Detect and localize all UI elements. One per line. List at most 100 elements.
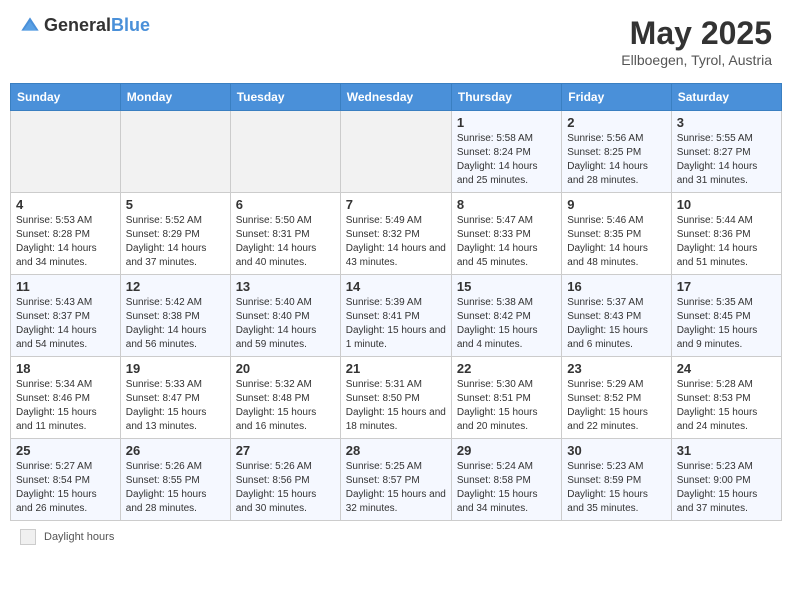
calendar-cell: 24 Sunrise: 5:28 AM Sunset: 8:53 PM Dayli… (671, 357, 781, 439)
day-number: 12 (126, 279, 225, 294)
day-number: 11 (16, 279, 115, 294)
calendar-week-row: 25Sunrise: 5:27 AM Sunset: 8:54 PM Dayli… (11, 439, 782, 521)
calendar-cell: 10 Sunrise: 5:44 AM Sunset: 8:36 PM Dayli… (671, 193, 781, 275)
day-number: 17 (677, 279, 776, 294)
day-detail: Sunrise: 5:53 AM Sunset: 8:28 PM Dayligh… (16, 214, 115, 270)
day-number: 14 (346, 279, 446, 294)
day-number: 2 (567, 115, 665, 130)
calendar-header-row: SundayMondayTuesdayWednesdayThursdayFrid… (11, 84, 782, 111)
calendar-cell: 2 Sunrise: 5:56 AM Sunset: 8:25 PM Daylig… (562, 111, 671, 193)
day-number: 18 (16, 361, 115, 376)
calendar-header-thursday: Thursday (451, 84, 561, 111)
calendar-cell: 13Sunrise: 5:40 AM Sunset: 8:40 PM Dayli… (230, 275, 340, 357)
day-number: 8 (457, 197, 556, 212)
day-detail: Sunrise: 5:26 AM Sunset: 8:55 PM Dayligh… (126, 460, 225, 516)
day-number: 28 (346, 443, 446, 458)
calendar-header-saturday: Saturday (671, 84, 781, 111)
day-number: 9 (567, 197, 665, 212)
day-detail: Sunrise: 5:28 AM Sunset: 8:53 PM Dayligh… (677, 378, 776, 434)
day-detail: Sunrise: 5:25 AM Sunset: 8:57 PM Dayligh… (346, 460, 446, 516)
day-detail: Sunrise: 5:42 AM Sunset: 8:38 PM Dayligh… (126, 296, 225, 352)
day-detail: Sunrise: 5:30 AM Sunset: 8:51 PM Dayligh… (457, 378, 556, 434)
day-detail: Sunrise: 5:44 AM Sunset: 8:36 PM Dayligh… (677, 214, 776, 270)
day-detail: Sunrise: 5:34 AM Sunset: 8:46 PM Dayligh… (16, 378, 115, 434)
calendar-cell: 3Sunrise: 5:55 AM Sunset: 8:27 PM Daylig… (671, 111, 781, 193)
calendar-cell: 4 Sunrise: 5:53 AM Sunset: 8:28 PM Daylig… (11, 193, 121, 275)
calendar-header-tuesday: Tuesday (230, 84, 340, 111)
day-detail: Sunrise: 5:52 AM Sunset: 8:29 PM Dayligh… (126, 214, 225, 270)
logo: GeneralBlue (20, 15, 150, 36)
day-number: 29 (457, 443, 556, 458)
calendar-week-row: 1Sunrise: 5:58 AM Sunset: 8:24 PM Daylig… (11, 111, 782, 193)
calendar-cell: 5 Sunrise: 5:52 AM Sunset: 8:29 PM Daylig… (120, 193, 230, 275)
calendar-header-friday: Friday (562, 84, 671, 111)
day-number: 5 (126, 197, 225, 212)
day-number: 24 (677, 361, 776, 376)
day-number: 4 (16, 197, 115, 212)
day-number: 16 (567, 279, 665, 294)
calendar-cell: 30 Sunrise: 5:23 AM Sunset: 8:59 PM Dayli… (562, 439, 671, 521)
title-area: May 2025 Ellboegen, Tyrol, Austria (621, 15, 772, 68)
day-detail: Sunrise: 5:49 AM Sunset: 8:32 PM Dayligh… (346, 214, 446, 270)
day-number: 10 (677, 197, 776, 212)
calendar-cell: 29 Sunrise: 5:24 AM Sunset: 8:58 PM Dayli… (451, 439, 561, 521)
calendar-cell: 15Sunrise: 5:38 AM Sunset: 8:42 PM Dayli… (451, 275, 561, 357)
header: GeneralBlue May 2025 Ellboegen, Tyrol, A… (10, 10, 782, 73)
calendar-cell: 11 Sunrise: 5:43 AM Sunset: 8:37 PM Dayli… (11, 275, 121, 357)
day-number: 25 (16, 443, 115, 458)
calendar-cell: 19 Sunrise: 5:33 AM Sunset: 8:47 PM Dayli… (120, 357, 230, 439)
calendar-header-monday: Monday (120, 84, 230, 111)
day-detail: Sunrise: 5:40 AM Sunset: 8:40 PM Dayligh… (236, 296, 335, 352)
day-detail: Sunrise: 5:50 AM Sunset: 8:31 PM Dayligh… (236, 214, 335, 270)
day-detail: Sunrise: 5:24 AM Sunset: 8:58 PM Dayligh… (457, 460, 556, 516)
calendar-cell: 17Sunrise: 5:35 AM Sunset: 8:45 PM Dayli… (671, 275, 781, 357)
calendar-week-row: 11 Sunrise: 5:43 AM Sunset: 8:37 PM Dayli… (11, 275, 782, 357)
calendar-cell: 20 Sunrise: 5:32 AM Sunset: 8:48 PM Dayli… (230, 357, 340, 439)
calendar-cell: 12 Sunrise: 5:42 AM Sunset: 8:38 PM Dayli… (120, 275, 230, 357)
day-detail: Sunrise: 5:43 AM Sunset: 8:37 PM Dayligh… (16, 296, 115, 352)
day-number: 22 (457, 361, 556, 376)
calendar-cell: 22 Sunrise: 5:30 AM Sunset: 8:51 PM Dayli… (451, 357, 561, 439)
day-number: 1 (457, 115, 556, 130)
day-detail: Sunrise: 5:37 AM Sunset: 8:43 PM Dayligh… (567, 296, 665, 352)
calendar-cell: 25Sunrise: 5:27 AM Sunset: 8:54 PM Dayli… (11, 439, 121, 521)
day-number: 20 (236, 361, 335, 376)
day-detail: Sunrise: 5:31 AM Sunset: 8:50 PM Dayligh… (346, 378, 446, 434)
day-detail: Sunrise: 5:33 AM Sunset: 8:47 PM Dayligh… (126, 378, 225, 434)
day-detail: Sunrise: 5:29 AM Sunset: 8:52 PM Dayligh… (567, 378, 665, 434)
calendar-cell (230, 111, 340, 193)
calendar-week-row: 18 Sunrise: 5:34 AM Sunset: 8:46 PM Dayli… (11, 357, 782, 439)
calendar-cell: 7 Sunrise: 5:49 AM Sunset: 8:32 PM Daylig… (340, 193, 451, 275)
day-number: 31 (677, 443, 776, 458)
calendar-cell: 8 Sunrise: 5:47 AM Sunset: 8:33 PM Daylig… (451, 193, 561, 275)
day-number: 7 (346, 197, 446, 212)
day-detail: Sunrise: 5:47 AM Sunset: 8:33 PM Dayligh… (457, 214, 556, 270)
day-number: 23 (567, 361, 665, 376)
day-detail: Sunrise: 5:56 AM Sunset: 8:25 PM Dayligh… (567, 132, 665, 188)
day-detail: Sunrise: 5:23 AM Sunset: 9:00 PM Dayligh… (677, 460, 776, 516)
legend-box (20, 529, 36, 545)
day-detail: Sunrise: 5:46 AM Sunset: 8:35 PM Dayligh… (567, 214, 665, 270)
day-number: 27 (236, 443, 335, 458)
day-detail: Sunrise: 5:39 AM Sunset: 8:41 PM Dayligh… (346, 296, 446, 352)
calendar-week-row: 4 Sunrise: 5:53 AM Sunset: 8:28 PM Daylig… (11, 193, 782, 275)
calendar-body: 1Sunrise: 5:58 AM Sunset: 8:24 PM Daylig… (11, 111, 782, 521)
calendar-cell: 14 Sunrise: 5:39 AM Sunset: 8:41 PM Dayli… (340, 275, 451, 357)
calendar-cell (340, 111, 451, 193)
day-detail: Sunrise: 5:23 AM Sunset: 8:59 PM Dayligh… (567, 460, 665, 516)
calendar-cell: 31 Sunrise: 5:23 AM Sunset: 9:00 PM Dayli… (671, 439, 781, 521)
calendar-cell: 21 Sunrise: 5:31 AM Sunset: 8:50 PM Dayli… (340, 357, 451, 439)
legend-area: Daylight hours (10, 529, 782, 545)
calendar-cell: 16 Sunrise: 5:37 AM Sunset: 8:43 PM Dayli… (562, 275, 671, 357)
month-title: May 2025 (621, 15, 772, 52)
day-number: 30 (567, 443, 665, 458)
day-detail: Sunrise: 5:38 AM Sunset: 8:42 PM Dayligh… (457, 296, 556, 352)
calendar-cell: 18 Sunrise: 5:34 AM Sunset: 8:46 PM Dayli… (11, 357, 121, 439)
logo-general: General (44, 15, 111, 35)
day-number: 19 (126, 361, 225, 376)
day-number: 3 (677, 115, 776, 130)
location-subtitle: Ellboegen, Tyrol, Austria (621, 52, 772, 68)
day-number: 21 (346, 361, 446, 376)
day-detail: Sunrise: 5:26 AM Sunset: 8:56 PM Dayligh… (236, 460, 335, 516)
day-detail: Sunrise: 5:32 AM Sunset: 8:48 PM Dayligh… (236, 378, 335, 434)
